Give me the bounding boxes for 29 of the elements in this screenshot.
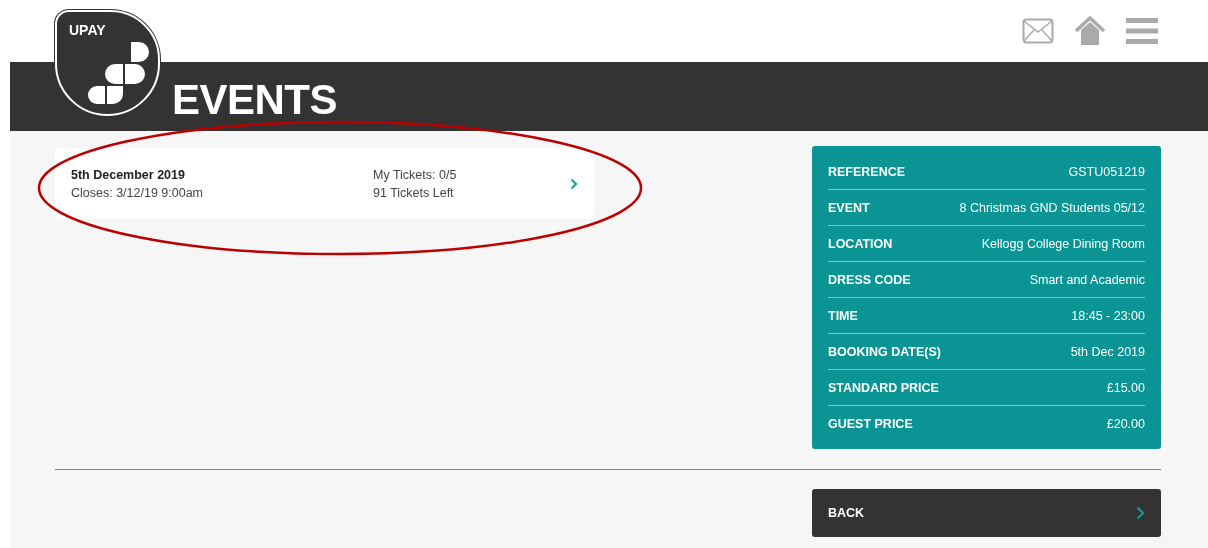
mail-icon[interactable] bbox=[1022, 18, 1054, 44]
detail-label: STANDARD PRICE bbox=[828, 380, 939, 395]
event-card[interactable]: 5th December 2019 Closes: 3/12/19 9:00am My Tickets: 0/5 91 Tickets Left bbox=[55, 148, 594, 219]
event-date: 5th December 2019 bbox=[71, 167, 186, 182]
detail-label: BOOKING DATE(S) bbox=[828, 344, 941, 359]
detail-label: TIME bbox=[828, 308, 858, 323]
detail-value: 8 Christmas GND Students 05/12 bbox=[959, 200, 1145, 215]
detail-value: £15.00 bbox=[1106, 380, 1145, 395]
chevron-right-icon bbox=[1136, 506, 1145, 520]
detail-label: LOCATION bbox=[828, 236, 893, 251]
logo[interactable]: UPAY bbox=[55, 10, 160, 116]
detail-label: REFERENCE bbox=[828, 164, 906, 179]
detail-label: DRESS CODE bbox=[828, 272, 911, 287]
detail-value: 18:45 - 23:00 bbox=[1071, 308, 1145, 323]
page-title: EVENTS bbox=[172, 75, 338, 125]
home-icon[interactable] bbox=[1074, 16, 1106, 46]
detail-value: GSTU051219 bbox=[1068, 164, 1145, 179]
detail-value: £20.00 bbox=[1106, 416, 1145, 431]
detail-label: GUEST PRICE bbox=[828, 416, 913, 431]
menu-icon[interactable] bbox=[1126, 18, 1158, 44]
my-tickets-count: My Tickets: 0/5 bbox=[373, 167, 458, 182]
detail-value: 5th Dec 2019 bbox=[1070, 344, 1145, 359]
closing-time: Closes: 3/12/19 9:00am bbox=[71, 185, 205, 200]
chevron-right-icon[interactable] bbox=[570, 177, 578, 190]
detail-value: Smart and Academic bbox=[1029, 272, 1145, 287]
back-button[interactable]: BACK bbox=[812, 489, 1161, 537]
tickets-left-count: 91 Tickets Left bbox=[373, 185, 455, 200]
detail-value: Kellogg College Dining Room bbox=[981, 236, 1145, 251]
detail-label: EVENT bbox=[828, 200, 870, 215]
